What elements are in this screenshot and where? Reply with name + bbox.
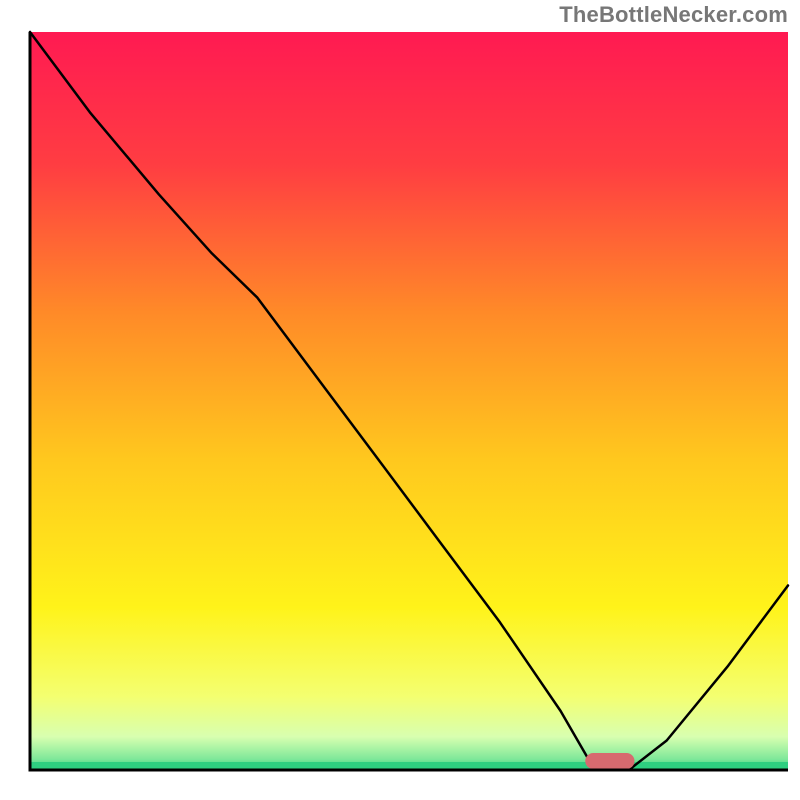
optimal-marker (585, 753, 634, 769)
chart-container: TheBottleNecker.com (0, 0, 800, 800)
bottleneck-chart (0, 0, 800, 800)
plot-area (30, 32, 788, 770)
